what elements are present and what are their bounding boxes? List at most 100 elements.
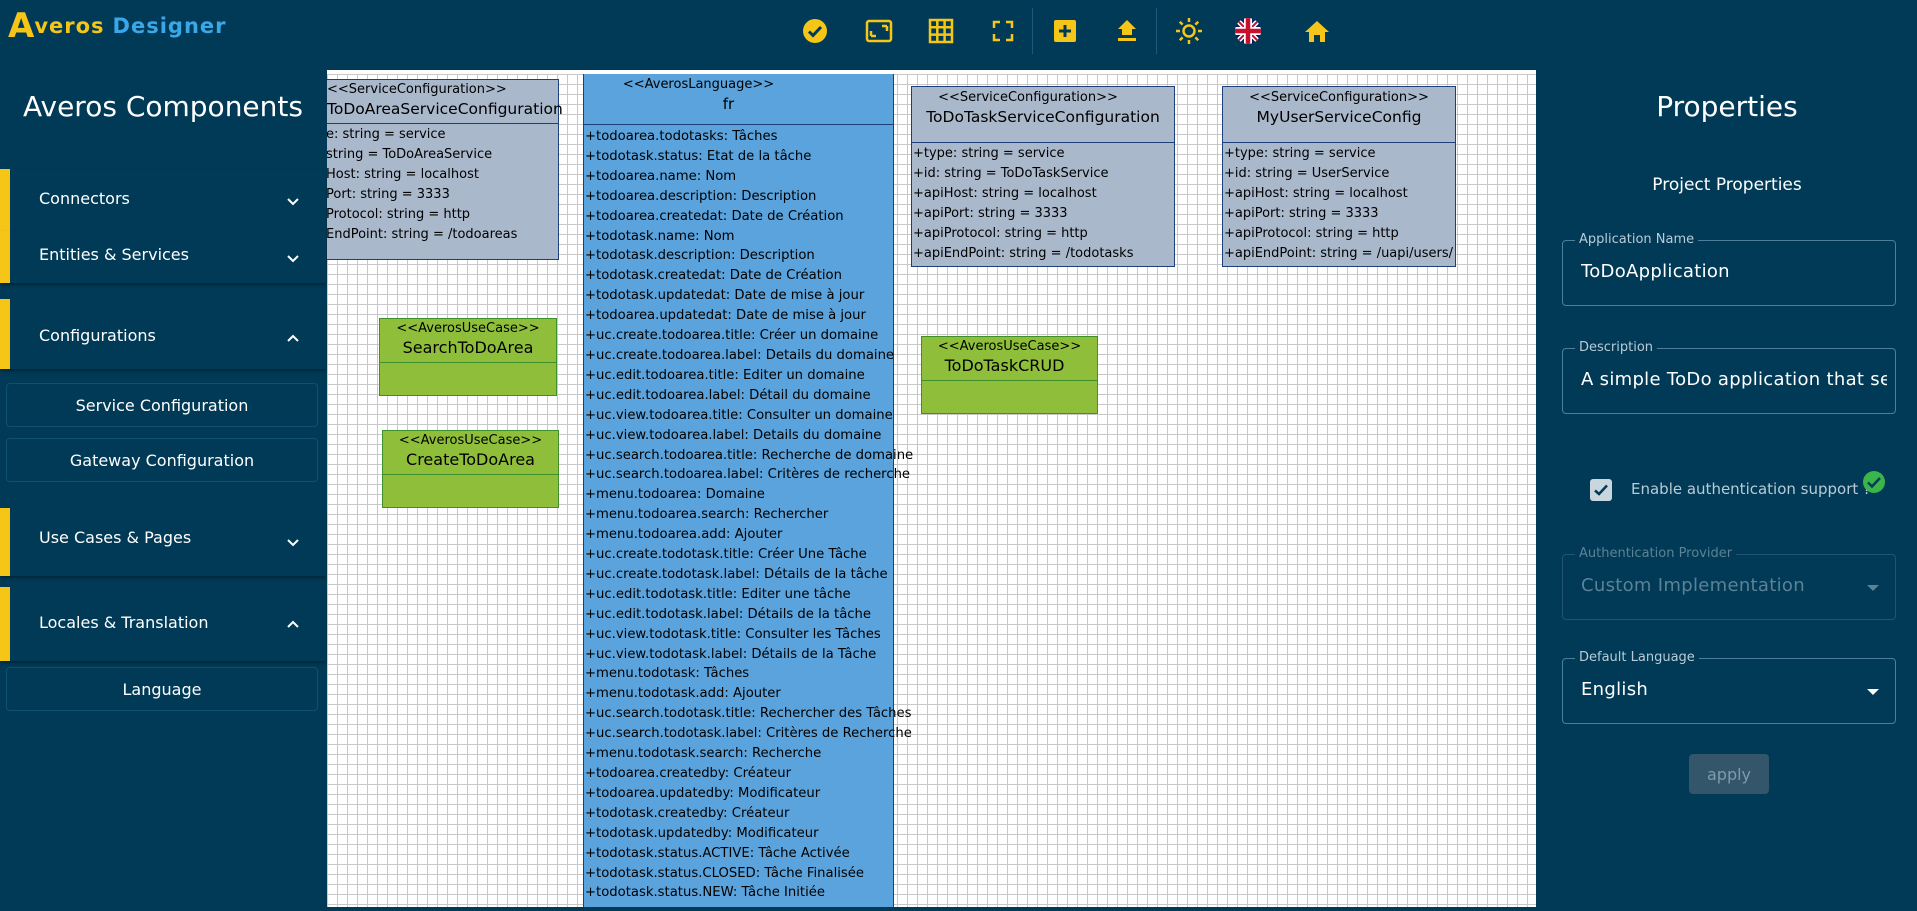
class-attribute: +apiHost: string = localhost <box>913 186 1097 201</box>
diagram-canvas[interactable]: <<ServiceConfiguration>> ToDoAreaService… <box>327 74 1536 907</box>
uml-class-myuser-service-config[interactable]: <<ServiceConfiguration>> MyUserServiceCo… <box>1222 86 1456 267</box>
language-entry: +uc.search.todotask.label: Critères de R… <box>585 726 912 742</box>
check-icon <box>1594 484 1608 496</box>
language-entry: +todotask.createdby: Créateur <box>585 805 790 821</box>
grid-icon[interactable] <box>922 12 960 50</box>
field-value[interactable]: A simple ToDo application that serves <box>1581 369 1887 390</box>
class-attribute: +apiHost: string = localhost <box>1224 186 1408 201</box>
sidebar-section-connectors[interactable]: Connectors <box>0 169 326 231</box>
description-field[interactable]: Description A simple ToDo application th… <box>1562 340 1896 414</box>
field-label: Description <box>1575 340 1658 355</box>
usecase-name: ToDoTaskCRUD <box>944 356 1065 375</box>
sidebar-section-configurations[interactable]: Configurations <box>0 299 326 369</box>
class-attributes: +type: string = service +id: string = Us… <box>1223 143 1455 264</box>
language-entry: +uc.edit.todotask.label: Détails de la t… <box>585 606 872 622</box>
gateway-configuration-button[interactable]: Gateway Configuration <box>6 438 318 482</box>
auth-checkbox[interactable] <box>1590 479 1612 501</box>
class-stereotype: <<ServiceConfiguration>> <box>327 82 507 97</box>
chevron-down-icon <box>287 539 299 547</box>
language-entry: +uc.view.todotask.label: Détails de la T… <box>585 646 877 662</box>
language-entry: +menu.todotask.add: Ajouter <box>585 686 781 702</box>
apply-button[interactable]: apply <box>1689 754 1769 794</box>
class-attribute: +apiEndPoint: string = /todotasks <box>913 246 1134 261</box>
sidebar-section-entities-services[interactable]: Entities & Services <box>0 231 326 283</box>
check-circle-icon <box>1863 471 1885 493</box>
language-entry: +uc.create.todoarea.title: Créer un doma… <box>585 328 879 344</box>
language-entry: +todoarea.todotasks: Tâches <box>585 129 778 144</box>
language-entry: +todotask.updatedby: Modificateur <box>585 825 819 841</box>
class-attribute: +apiEndPoint: string = /uapi/users/ <box>1224 246 1454 261</box>
language-entry: +menu.todoarea.add: Ajouter <box>585 527 783 543</box>
class-attributes: +type: string = service +id: string = To… <box>912 143 1174 264</box>
home-icon[interactable] <box>1298 12 1336 50</box>
application-name-field[interactable]: Application Name ToDoApplication <box>1562 232 1896 306</box>
usecase-create-todoarea[interactable]: <<AverosUseCase>> CreateToDoArea <box>382 430 559 508</box>
resize-canvas-icon[interactable] <box>860 12 898 50</box>
upload-icon[interactable] <box>1108 12 1146 50</box>
validate-icon[interactable] <box>796 12 834 50</box>
fit-screen-icon[interactable] <box>984 12 1022 50</box>
project-properties-subtitle: Project Properties <box>1652 175 1802 195</box>
language-entries: +todoarea.todotasks: Tâches +todotask.sta… <box>584 125 914 903</box>
class-attribute: Host: string = localhost <box>327 167 479 182</box>
language-entry: +todotask.updatedat: Date de mise à jour <box>585 288 865 304</box>
language-entry: +todotask.status: Etat de la tâche <box>585 148 812 164</box>
language-name: fr <box>722 95 735 113</box>
brightness-icon[interactable] <box>1170 12 1208 50</box>
language-entry: +uc.view.todoarea.title: Consulter un do… <box>585 407 893 423</box>
field-value[interactable]: English <box>1581 679 1887 700</box>
service-configuration-button[interactable]: Service Configuration <box>6 383 318 427</box>
uml-class-todoarea-service-config[interactable]: <<ServiceConfiguration>> ToDoAreaService… <box>327 79 563 260</box>
sidebar-section-use-cases-pages[interactable]: Use Cases & Pages <box>0 508 326 576</box>
logo-text-veros: veros <box>34 14 105 38</box>
language-entry: +uc.edit.todoarea.title: Editer un domai… <box>585 367 865 383</box>
default-language-select[interactable]: Default Language English <box>1562 650 1896 724</box>
section-label: Locales & Translation <box>39 613 209 632</box>
uml-language-fr[interactable]: <<AverosLanguage>> fr +todoarea.todotask… <box>583 74 914 907</box>
language-entry: +todoarea.updatedat: Date de mise à jour <box>585 308 866 324</box>
uml-class-todotask-service-config[interactable]: <<ServiceConfiguration>> ToDoTaskService… <box>911 86 1175 267</box>
class-attribute: string = ToDoAreaService <box>327 147 493 162</box>
section-label: Entities & Services <box>39 245 189 264</box>
class-stereotype: <<ServiceConfiguration>> <box>938 90 1118 105</box>
language-entry: +uc.search.todoarea.title: Recherche de … <box>585 447 914 463</box>
section-label: Configurations <box>39 326 156 345</box>
language-entry: +todotask.description: Description <box>585 248 815 264</box>
usecase-search-todoarea[interactable]: <<AverosUseCase>> SearchToDoArea <box>379 318 557 396</box>
field-label: Authentication Provider <box>1575 546 1737 561</box>
field-value: Custom Implementation <box>1581 575 1805 596</box>
language-entry: +uc.search.todoarea.label: Critères de r… <box>585 467 911 483</box>
chevron-down-icon <box>287 198 299 206</box>
auth-provider-select: Authentication Provider Custom Implement… <box>1562 546 1896 620</box>
class-attribute: +id: string = UserService <box>1224 166 1390 181</box>
sidebar-section-locales-translation[interactable]: Locales & Translation <box>0 587 326 661</box>
class-attribute: e: string = service <box>327 127 446 142</box>
class-attribute: +apiPort: string = 3333 <box>913 206 1068 221</box>
language-entry: +menu.todotask.search: Recherche <box>585 746 822 762</box>
dropdown-arrow-icon <box>1867 585 1879 591</box>
properties-title: Properties <box>1656 90 1798 123</box>
language-entry: +todotask.status.NEW: Tâche Initiée <box>585 885 825 901</box>
class-attribute: +type: string = service <box>913 146 1065 161</box>
usecase-stereotype: <<AverosUseCase>> <box>937 339 1082 354</box>
language-button[interactable]: Language <box>6 667 318 711</box>
class-attribute: +id: string = ToDoTaskService <box>913 166 1109 181</box>
usecase-name: CreateToDoArea <box>406 450 535 469</box>
class-stereotype: <<ServiceConfiguration>> <box>1249 90 1429 105</box>
usecase-todotask-crud[interactable]: <<AverosUseCase>> ToDoTaskCRUD <box>921 336 1098 414</box>
field-value[interactable]: ToDoApplication <box>1581 261 1887 282</box>
dropdown-arrow-icon[interactable] <box>1867 689 1879 695</box>
language-entry: +todoarea.createdat: Date de Création <box>585 208 844 224</box>
logo-text-designer: Designer <box>112 14 227 38</box>
language-stereotype: <<AverosLanguage>> <box>622 77 775 92</box>
add-icon[interactable] <box>1046 12 1084 50</box>
uk-flag-icon[interactable] <box>1229 12 1267 50</box>
usecase-stereotype: <<AverosUseCase>> <box>398 433 543 448</box>
usecase-name: SearchToDoArea <box>402 338 534 357</box>
chevron-down-icon <box>287 255 299 263</box>
language-entry: +menu.todotask: Tâches <box>585 666 750 682</box>
class-attribute: Protocol: string = http <box>327 207 471 222</box>
language-entry: +todoarea.description: Description <box>585 188 817 204</box>
language-entry: +uc.create.todotask.title: Créer Une Tâc… <box>585 547 867 563</box>
language-entry: +todotask.status.CLOSED: Tâche Finalisée <box>585 865 865 881</box>
